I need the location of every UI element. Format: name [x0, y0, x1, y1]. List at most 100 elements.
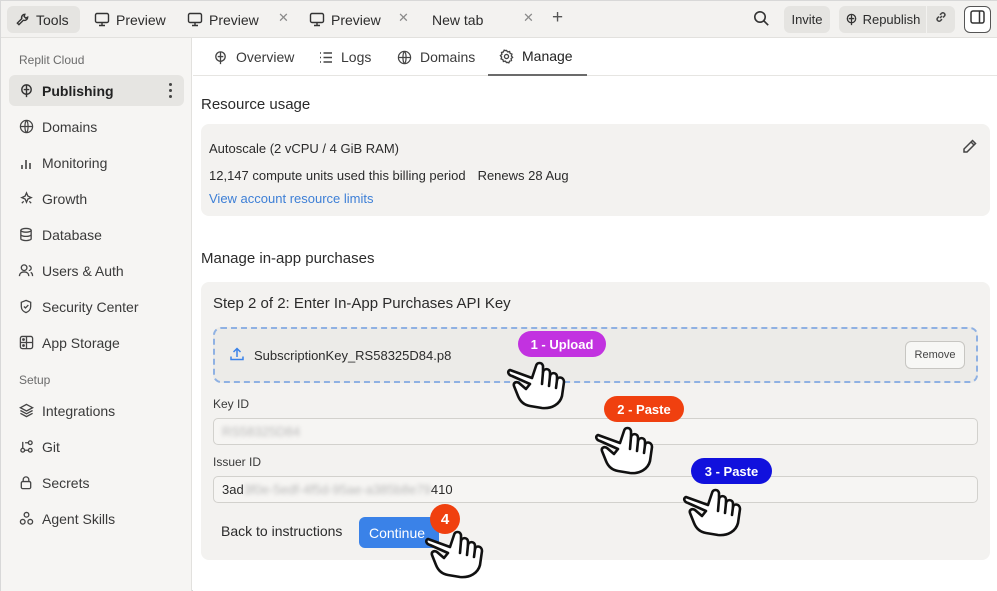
skills-icon [17, 511, 35, 526]
growth-icon [17, 191, 35, 206]
sidebar-item-label: Agent Skills [42, 510, 116, 527]
preview-tab-1[interactable]: Preview [94, 6, 166, 33]
tab-label: Preview [331, 11, 381, 28]
content-tabs: Overview Logs Domains Manage [193, 38, 997, 76]
step-2-paste-badge: 2 - Paste [604, 396, 684, 422]
sidebar: Replit Cloud Publishing Domains Monitori… [1, 38, 192, 591]
sidebar-item-label: App Storage [42, 334, 120, 351]
pointing-hand-icon [506, 361, 566, 410]
pointing-hand-icon [682, 488, 742, 537]
preview-tab-2[interactable]: Preview [187, 6, 259, 33]
main-content: Overview Logs Domains Manage Resource us… [193, 38, 997, 591]
lock-icon [17, 475, 35, 490]
republish-button[interactable]: Republish [839, 6, 926, 33]
top-tab-bar: Tools Preview Preview ✕ Preview ✕ New ta… [1, 1, 997, 38]
sidebar-item-label: Security Center [42, 298, 139, 315]
tab-domains[interactable]: Domains [397, 38, 475, 76]
list-icon [319, 51, 333, 64]
upload-icon [229, 346, 245, 367]
tools-tab[interactable]: Tools [7, 6, 80, 33]
pointing-hand-icon [424, 530, 484, 579]
issuer-id-suffix: 410 [430, 482, 453, 497]
monitor-icon [309, 12, 325, 27]
monitor-icon [94, 12, 110, 27]
new-tab[interactable]: New tab [432, 6, 483, 33]
sidebar-item-label: Domains [42, 118, 98, 135]
pointing-hand-icon [594, 426, 654, 475]
view-resource-limits-link[interactable]: View account resource limits [209, 191, 374, 206]
shield-icon [17, 299, 35, 314]
storage-icon [17, 335, 35, 350]
close-icon[interactable]: ✕ [398, 10, 409, 26]
layers-icon [17, 403, 35, 418]
tab-label: Overview [236, 49, 295, 65]
tab-label: Domains [420, 49, 476, 65]
sidebar-item-label: Secrets [42, 474, 90, 491]
search-icon[interactable] [753, 10, 770, 32]
tab-label: Manage [522, 48, 573, 64]
uploaded-file-name: SubscriptionKey_RS58325D84.p8 [254, 348, 452, 363]
close-icon[interactable]: ✕ [523, 10, 534, 26]
step-1-upload-badge: 1 - Upload [518, 331, 606, 357]
tab-manage[interactable]: Manage [488, 38, 587, 76]
sidebar-item-label: Monitoring [42, 154, 108, 171]
publish-icon [845, 13, 858, 26]
bar-chart-icon [17, 156, 35, 170]
sidebar-item-label: Integrations [42, 402, 116, 419]
sidebar-item-label: Users & Auth [42, 262, 124, 279]
tab-logs[interactable]: Logs [319, 38, 371, 76]
link-button[interactable] [927, 6, 955, 33]
invite-button[interactable]: Invite [784, 6, 830, 33]
plan-text: Autoscale (2 vCPU / 4 GiB RAM) [209, 141, 399, 156]
globe-icon [17, 119, 35, 134]
sidebar-section-setup: Setup [19, 373, 51, 387]
tab-label: Preview [209, 11, 259, 28]
sidebar-section-replit-cloud: Replit Cloud [19, 53, 85, 67]
pencil-icon[interactable] [961, 138, 978, 160]
link-icon [934, 10, 948, 29]
plus-icon[interactable]: + [552, 7, 563, 29]
resource-usage-title: Resource usage [201, 96, 311, 113]
sidebar-item-agent-skills[interactable]: Agent Skills [9, 503, 184, 534]
sidebar-item-secrets[interactable]: Secrets [9, 467, 184, 498]
close-icon[interactable]: ✕ [278, 10, 289, 26]
issuer-id-label: Issuer ID [213, 455, 262, 469]
usage-text: 12,147 compute units used this billing p… [209, 168, 466, 183]
usage-line: 12,147 compute units used this billing p… [209, 168, 569, 183]
remove-file-button[interactable]: Remove [905, 341, 965, 369]
step-3-paste-badge: 3 - Paste [691, 458, 772, 484]
gear-icon [499, 48, 514, 64]
wrench-icon [15, 12, 30, 27]
issuer-id-hidden: 3f0e-5edf-4f5d-95ae-a385b8e79 [243, 482, 431, 497]
sidebar-item-domains[interactable]: Domains [9, 111, 184, 142]
globe-icon [397, 50, 412, 65]
preview-tab-3[interactable]: Preview [309, 6, 381, 33]
sidebar-item-label: Git [42, 438, 60, 455]
sidebar-item-monitoring[interactable]: Monitoring [9, 147, 184, 178]
issuer-id-prefix: 3ad [222, 482, 244, 497]
toggle-panel-button[interactable] [964, 6, 991, 33]
publish-icon [213, 50, 228, 65]
back-to-instructions-link[interactable]: Back to instructions [221, 523, 342, 539]
sidebar-item-growth[interactable]: Growth [9, 183, 184, 214]
tab-label: Preview [116, 11, 166, 28]
issuer-id-input[interactable]: 3ad 3f0e-5edf-4f5d-95ae-a385b8e79 410 [213, 476, 978, 503]
sidebar-item-app-storage[interactable]: App Storage [9, 327, 184, 358]
renews-text: Renews 28 Aug [477, 168, 569, 183]
git-icon [17, 439, 35, 454]
sidebar-item-users-auth[interactable]: Users & Auth [9, 255, 184, 286]
tab-label: Logs [341, 49, 372, 65]
more-options-icon[interactable] [168, 81, 172, 99]
resource-usage-card: Autoscale (2 vCPU / 4 GiB RAM) 12,147 co… [201, 124, 990, 216]
key-id-label: Key ID [213, 397, 250, 411]
sidebar-item-database[interactable]: Database [9, 219, 184, 250]
sidebar-item-label: Growth [42, 190, 88, 207]
sidebar-item-publishing[interactable]: Publishing [9, 75, 184, 106]
sidebar-item-git[interactable]: Git [9, 431, 184, 462]
sidebar-item-integrations[interactable]: Integrations [9, 395, 184, 426]
users-icon [17, 263, 35, 278]
tools-label: Tools [36, 11, 69, 28]
tab-overview[interactable]: Overview [213, 38, 294, 76]
sidebar-item-security-center[interactable]: Security Center [9, 291, 184, 322]
sidebar-item-label: Database [42, 226, 102, 243]
